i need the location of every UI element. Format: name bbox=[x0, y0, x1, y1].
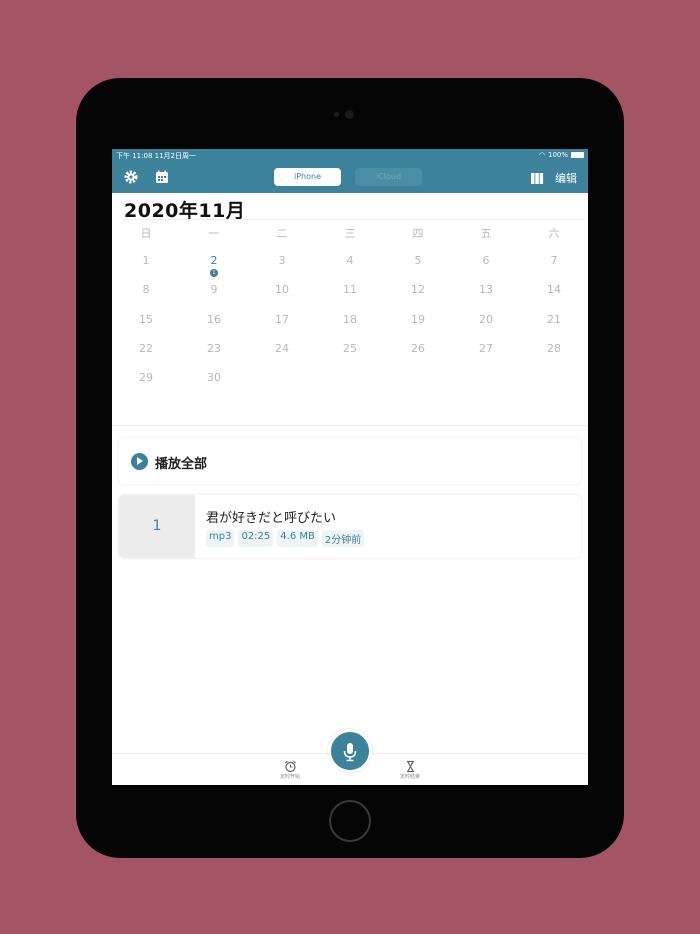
recording-time-ago: 2分钟前 bbox=[321, 530, 365, 547]
calendar-day[interactable]: 30 bbox=[180, 371, 248, 400]
gear-icon[interactable] bbox=[123, 169, 139, 185]
calendar-day[interactable]: 28 bbox=[520, 342, 588, 371]
calendar-day[interactable]: 26 bbox=[384, 342, 452, 371]
recording-index: 1 bbox=[119, 495, 195, 558]
calendar-day[interactable]: 10 bbox=[248, 283, 316, 312]
recording-duration: 02:25 bbox=[238, 530, 274, 547]
recording-item[interactable]: 1 君が好きだと呼びたい mp3 02:25 4.6 MB 2分钟前 bbox=[119, 495, 581, 558]
calendar-day[interactable]: 11 bbox=[316, 283, 384, 312]
divider bbox=[122, 219, 584, 220]
weekday-label: 五 bbox=[480, 227, 492, 240]
calendar-day[interactable]: 29 bbox=[112, 371, 180, 400]
calendar-day-selected[interactable]: 2 1 bbox=[180, 254, 248, 283]
calendar-icon[interactable] bbox=[154, 169, 170, 185]
edit-button[interactable]: 编辑 bbox=[555, 170, 577, 186]
play-all-label: 播放全部 bbox=[155, 457, 208, 472]
calendar-day[interactable]: 23 bbox=[180, 342, 248, 371]
play-all-button[interactable]: 播放全部 bbox=[119, 438, 581, 484]
camera-sensor bbox=[334, 112, 339, 117]
calendar-grid: 1 2 1 3 4 5 6 7 8 9 10 11 12 13 14 15 16… bbox=[112, 254, 588, 400]
calendar-week: 22 23 24 25 26 27 28 bbox=[112, 342, 588, 371]
calendar-week: 8 9 10 11 12 13 14 bbox=[112, 283, 588, 312]
timer-start-label: 定时开始 bbox=[279, 774, 300, 780]
battery-icon bbox=[571, 152, 584, 158]
divider bbox=[112, 425, 588, 426]
weekday-header: 日 一 二 三 四 五 六 bbox=[112, 225, 588, 241]
calendar-day[interactable]: 4 bbox=[316, 254, 384, 283]
record-button[interactable] bbox=[328, 729, 372, 773]
calendar-day[interactable]: 16 bbox=[180, 313, 248, 342]
recording-size: 4.6 MB bbox=[277, 530, 318, 547]
microphone-icon bbox=[343, 743, 357, 762]
book-icon[interactable] bbox=[530, 170, 544, 184]
calendar-day[interactable]: 6 bbox=[452, 254, 520, 283]
battery-percent: 100% bbox=[547, 151, 568, 159]
calendar-day[interactable]: 8 bbox=[112, 283, 180, 312]
calendar-day[interactable]: 3 bbox=[248, 254, 316, 283]
calendar-day[interactable]: 1 bbox=[112, 254, 180, 283]
play-icon bbox=[131, 453, 148, 470]
storage-segmented-control: iPhone iCloud bbox=[274, 168, 422, 186]
calendar-day[interactable]: 17 bbox=[248, 313, 316, 342]
front-camera bbox=[345, 110, 354, 119]
weekday-label: 四 bbox=[412, 227, 424, 240]
weekday-label: 一 bbox=[208, 227, 220, 240]
top-bar: 下午 11:08 11月2日周一 ◠ 100% iPhone iCloud 编辑 bbox=[112, 149, 588, 193]
recording-count-badge: 1 bbox=[210, 269, 218, 277]
calendar-week: 1 2 1 3 4 5 6 7 bbox=[112, 254, 588, 283]
calendar-day[interactable]: 5 bbox=[384, 254, 452, 283]
calendar-day[interactable]: 13 bbox=[452, 283, 520, 312]
timer-end-button[interactable]: 定时结束 bbox=[390, 758, 430, 780]
calendar-day[interactable]: 14 bbox=[520, 283, 588, 312]
calendar-week: 29 30 bbox=[112, 371, 588, 400]
hourglass-icon bbox=[404, 758, 417, 773]
segment-icloud[interactable]: iCloud bbox=[355, 168, 422, 186]
calendar-day[interactable]: 20 bbox=[452, 313, 520, 342]
recording-title: 君が好きだと呼びたい bbox=[206, 511, 337, 526]
recording-format: mp3 bbox=[206, 530, 235, 547]
weekday-label: 六 bbox=[548, 227, 560, 240]
weekday-label: 二 bbox=[276, 227, 288, 240]
timer-start-button[interactable]: 定时开始 bbox=[270, 758, 310, 780]
segment-iphone[interactable]: iPhone bbox=[274, 168, 341, 186]
calendar-day[interactable]: 9 bbox=[180, 283, 248, 312]
wifi-icon: ◠ bbox=[538, 151, 545, 159]
weekday-label: 三 bbox=[344, 227, 356, 240]
alarm-clock-icon bbox=[284, 758, 297, 773]
calendar-day[interactable]: 19 bbox=[384, 313, 452, 342]
calendar-day[interactable]: 21 bbox=[520, 313, 588, 342]
calendar-day[interactable]: 12 bbox=[384, 283, 452, 312]
calendar-day[interactable]: 22 bbox=[112, 342, 180, 371]
calendar-day[interactable]: 24 bbox=[248, 342, 316, 371]
weekday-label: 日 bbox=[140, 227, 152, 240]
recording-meta: mp3 02:25 4.6 MB 2分钟前 bbox=[206, 530, 365, 547]
calendar-week: 15 16 17 18 19 20 21 bbox=[112, 313, 588, 342]
timer-end-label: 定时结束 bbox=[399, 774, 420, 780]
app-screen: 下午 11:08 11月2日周一 ◠ 100% iPhone iCloud 编辑… bbox=[112, 149, 588, 785]
calendar-day[interactable]: 27 bbox=[452, 342, 520, 371]
status-right: ◠ 100% bbox=[539, 151, 584, 159]
calendar-day[interactable]: 25 bbox=[316, 342, 384, 371]
calendar-day[interactable]: 15 bbox=[112, 313, 180, 342]
status-time-date: 下午 11:08 11月2日周一 bbox=[116, 152, 196, 160]
calendar-day[interactable]: 18 bbox=[316, 313, 384, 342]
home-button[interactable] bbox=[329, 800, 371, 842]
calendar-day[interactable]: 7 bbox=[520, 254, 588, 283]
calendar-day-number: 2 bbox=[210, 254, 218, 267]
